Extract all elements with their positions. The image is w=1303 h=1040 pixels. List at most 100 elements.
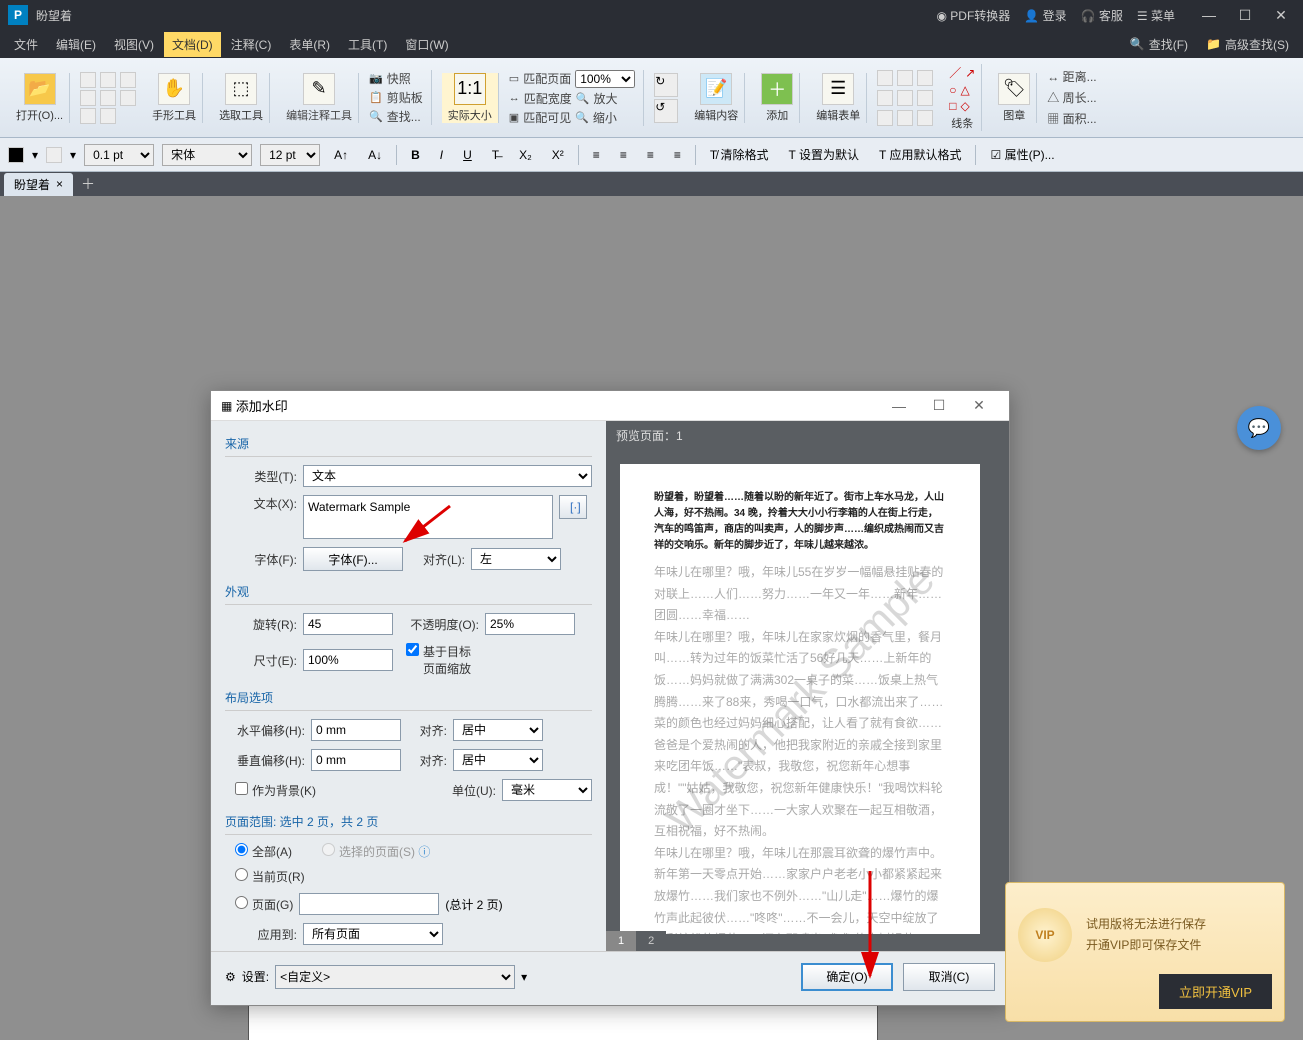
menu-doc[interactable]: 文档(D): [164, 32, 221, 57]
undo-icon[interactable]: [80, 90, 96, 106]
apply-default-button[interactable]: T 应用默认格式: [873, 144, 967, 165]
edit-content-icon[interactable]: 📝: [700, 73, 732, 105]
cur-radio[interactable]: [235, 868, 248, 881]
menu-edit[interactable]: 编辑(E): [48, 32, 104, 57]
asbg-checkbox[interactable]: [235, 782, 248, 795]
t4-icon[interactable]: [877, 90, 893, 106]
perimeter-button[interactable]: △ 周长...: [1047, 89, 1096, 106]
t6-icon[interactable]: [917, 90, 933, 106]
vip-upgrade-button[interactable]: 立即开通VIP: [1159, 974, 1272, 1009]
cur-radio-label[interactable]: 当前页(R): [235, 868, 305, 885]
add-tab-button[interactable]: ＋: [73, 174, 103, 194]
scale-checkbox-label[interactable]: 基于目标页面缩放: [399, 643, 471, 677]
actual-size-icon[interactable]: 1:1: [454, 73, 486, 105]
advfind-button[interactable]: 📁 高级查找(S): [1198, 32, 1297, 57]
gear-icon[interactable]: ⚙: [225, 970, 236, 984]
clear-format-button[interactable]: T̸ 清除格式: [704, 144, 775, 165]
redo-icon[interactable]: [100, 90, 116, 106]
t5-icon[interactable]: [897, 90, 913, 106]
sup-icon[interactable]: X²: [546, 146, 570, 164]
login-link[interactable]: 👤 登录: [1024, 7, 1066, 24]
menu-view[interactable]: 视图(V): [106, 32, 162, 57]
distance-button[interactable]: ↔ 距离...: [1047, 68, 1096, 85]
preview-page-1[interactable]: 1: [606, 931, 636, 951]
t9-icon[interactable]: [917, 110, 933, 126]
bold-icon[interactable]: B: [405, 146, 426, 164]
align-select[interactable]: 左: [471, 548, 561, 570]
pages-input[interactable]: [299, 893, 439, 915]
t7-icon[interactable]: [877, 110, 893, 126]
fit-width-button[interactable]: ↔ 匹配宽度 🔍 放大: [509, 90, 635, 107]
print-icon[interactable]: [100, 72, 116, 88]
find-ribbon-button[interactable]: 🔍 查找...: [369, 108, 423, 125]
asbg-checkbox-label[interactable]: 作为背景(K): [235, 782, 316, 799]
service-link[interactable]: 🎧 客服: [1081, 7, 1123, 24]
fit-visible-button[interactable]: ▣ 匹配可见 🔍 缩小: [509, 109, 635, 126]
open-icon[interactable]: 📂: [24, 73, 56, 105]
hand-tool-icon[interactable]: ✋: [158, 73, 190, 105]
t2-icon[interactable]: [897, 70, 913, 86]
annot-tool-icon[interactable]: ✎: [303, 73, 335, 105]
menu-window[interactable]: 窗口(W): [397, 32, 456, 57]
edit-form-icon[interactable]: ☰: [822, 73, 854, 105]
document-tab[interactable]: 盼望着 ×: [4, 173, 73, 196]
t3-icon[interactable]: [917, 70, 933, 86]
menu-file[interactable]: 文件: [6, 32, 46, 57]
sel-radio-label[interactable]: 选择的页面(S) ⓘ: [322, 843, 430, 860]
settings-add-icon[interactable]: ▾: [521, 970, 527, 984]
mail-icon[interactable]: [120, 72, 136, 88]
t1-icon[interactable]: [877, 70, 893, 86]
close-button[interactable]: ✕: [1267, 7, 1295, 24]
rotate-input[interactable]: [303, 613, 393, 635]
fit-page-button[interactable]: ▭ 匹配页面 100%: [509, 70, 635, 88]
dialog-minimize-button[interactable]: —: [879, 398, 919, 414]
settings-select[interactable]: <自定义>: [275, 965, 515, 989]
font-select[interactable]: 宋体: [162, 144, 252, 166]
align-left-icon[interactable]: ≡: [587, 146, 606, 164]
select-tool-icon[interactable]: ⬚: [225, 73, 257, 105]
sub-icon[interactable]: X₂: [513, 146, 538, 164]
text-input[interactable]: [303, 495, 553, 539]
clipboard-button[interactable]: 📋 剪贴板: [369, 89, 423, 106]
align-center-icon[interactable]: ≡: [614, 146, 633, 164]
minimize-button[interactable]: —: [1195, 7, 1223, 24]
save-icon[interactable]: [80, 72, 96, 88]
font-button[interactable]: 字体(F)...: [303, 547, 403, 571]
convert-icon[interactable]: [100, 108, 116, 124]
properties-button[interactable]: ☑ 属性(P)...: [984, 144, 1060, 165]
menu-tool[interactable]: 工具(T): [340, 32, 395, 57]
pages-radio[interactable]: [235, 896, 248, 909]
rotate-icon[interactable]: ↻: [654, 73, 678, 97]
dialog-maximize-button[interactable]: ☐: [919, 397, 959, 414]
valign-select[interactable]: 居中: [453, 749, 543, 771]
pages-radio-label[interactable]: 页面(G): [235, 896, 293, 913]
dialog-close-button[interactable]: ✕: [959, 397, 999, 414]
snapshot-button[interactable]: 📷 快照: [369, 70, 423, 87]
line-style-icon[interactable]: [46, 147, 62, 163]
stamp-icon[interactable]: 🏷: [998, 73, 1030, 105]
scan-icon[interactable]: [120, 90, 136, 106]
menu-annot[interactable]: 注释(C): [223, 32, 280, 57]
size-input[interactable]: [303, 649, 393, 671]
add-icon[interactable]: ＋: [761, 73, 793, 105]
align-justify-icon[interactable]: ≡: [668, 146, 687, 164]
line-width-select[interactable]: 0.1 pt: [84, 144, 154, 166]
strike-icon[interactable]: T̶: [486, 146, 505, 164]
font-dec-icon[interactable]: A↓: [362, 146, 388, 164]
text-var-button[interactable]: [·]: [559, 495, 587, 519]
opacity-input[interactable]: [485, 613, 575, 635]
all-radio-label[interactable]: 全部(A): [235, 843, 292, 860]
menu-link[interactable]: ☰ 菜单: [1137, 7, 1175, 24]
export-icon[interactable]: [80, 108, 96, 124]
zoom-select[interactable]: 100%: [575, 70, 635, 88]
area-button[interactable]: ▦ 面积...: [1047, 110, 1096, 127]
type-select[interactable]: 文本: [303, 465, 592, 487]
ok-button[interactable]: 确定(O): [801, 963, 893, 991]
pdf-converter-link[interactable]: ◉ PDF转换器: [936, 7, 1010, 24]
float-chat-icon[interactable]: 💬: [1237, 406, 1281, 450]
rotate2-icon[interactable]: ↺: [654, 99, 678, 123]
scale-checkbox[interactable]: [406, 643, 419, 656]
tab-close-icon[interactable]: ×: [56, 177, 63, 191]
font-inc-icon[interactable]: A↑: [328, 146, 354, 164]
unit-select[interactable]: 毫米: [502, 779, 592, 801]
